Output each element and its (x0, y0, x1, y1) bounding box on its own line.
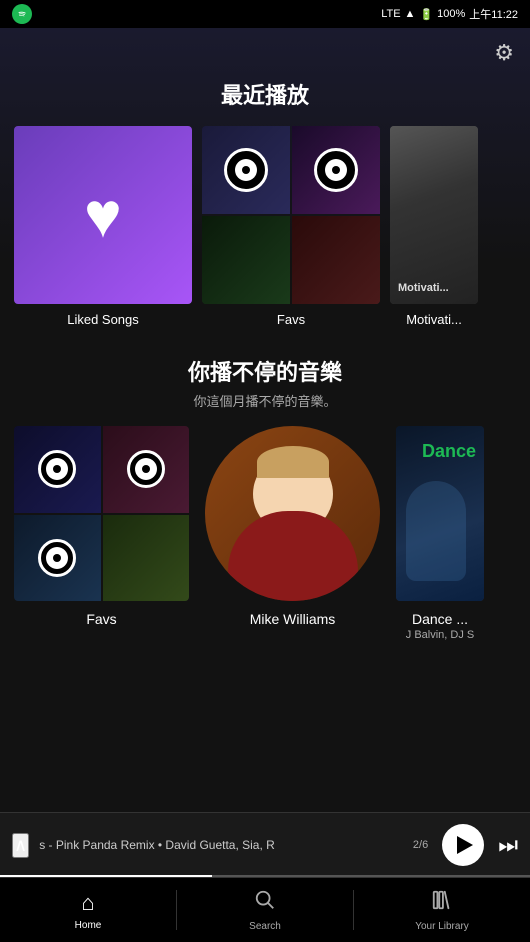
person-body (228, 511, 358, 601)
home-label: Home (75, 920, 102, 931)
heart-icon: ♥ (84, 178, 122, 252)
track-progress: 2/6 (413, 839, 428, 851)
recently-played-grid: ♥ Liked Songs (14, 126, 516, 327)
nav-item-library[interactable]: Your Library (354, 881, 530, 940)
main-content: ⚙ 最近播放 ♥ Liked Songs (0, 28, 530, 812)
status-bar: LTE ▲ 🔋 100% 上午11:22 (0, 0, 530, 28)
ns-collage-cell-1 (14, 426, 101, 513)
ns-favs-label: Favs (86, 611, 116, 627)
battery-level: 100% (437, 8, 465, 20)
home-icon: ⌂ (81, 890, 94, 916)
ns-dance-thumb: Dance (396, 426, 484, 601)
dance-text-overlay: Dance (422, 442, 476, 462)
network-indicator: LTE (381, 8, 400, 20)
ns-person-thumb (205, 426, 380, 601)
collage-cell-1 (202, 126, 290, 214)
time-display: 上午11:22 (469, 6, 518, 22)
nonstop-grid: Favs Mike Williams Dance (14, 426, 516, 641)
play-icon (457, 836, 473, 854)
ns-dance-sublabel: J Balvin, DJ S (406, 629, 474, 641)
ns-collage-cell-2 (103, 426, 190, 513)
nonstop-section: 你播不停的音樂 你這個月播不停的音樂。 Favs (0, 327, 530, 641)
collage-cell-4 (292, 216, 380, 304)
ns-person-label: Mike Williams (250, 611, 336, 627)
motivation-thumb: Motivati... (390, 126, 478, 304)
recently-played-section: 最近播放 ♥ Liked Songs (0, 78, 530, 327)
nav-item-home[interactable]: ⌂ Home (0, 882, 176, 939)
playback-controls: ⏭ (442, 824, 518, 866)
search-label: Search (249, 921, 281, 932)
collage-cell-3 (202, 216, 290, 304)
nav-item-search[interactable]: Search (177, 881, 353, 940)
nonstop-subtitle: 你這個月播不停的音樂。 (14, 391, 516, 410)
list-item[interactable]: Dance Dance ... J Balvin, DJ S (396, 426, 484, 641)
spotify-logo (12, 4, 32, 24)
list-item[interactable]: Mike Williams (205, 426, 380, 641)
nonstop-title: 你播不停的音樂 (14, 355, 516, 387)
liked-songs-thumb: ♥ (14, 126, 192, 304)
favs-thumb (202, 126, 380, 304)
track-info: s - Pink Panda Remix • David Guetta, Sia… (39, 838, 403, 852)
favs-label: Favs (277, 312, 305, 327)
signal-icon: ▲ (405, 8, 416, 20)
settings-button[interactable]: ⚙ (494, 40, 514, 66)
search-icon (254, 889, 276, 917)
ns-favs-thumb (14, 426, 189, 601)
now-playing-bar: ∧ s - Pink Panda Remix • David Guetta, S… (0, 812, 530, 877)
list-item[interactable]: Favs (202, 126, 380, 327)
liked-songs-label: Liked Songs (67, 312, 139, 327)
motivation-label: Motivati... (406, 312, 462, 327)
ns-collage-cell-3 (14, 515, 101, 602)
recently-played-title: 最近播放 (14, 78, 516, 110)
list-item[interactable]: ♥ Liked Songs (14, 126, 192, 327)
library-label: Your Library (415, 921, 469, 932)
collage-cell-2 (292, 126, 380, 214)
list-item[interactable]: Favs (14, 426, 189, 641)
play-pause-button[interactable] (442, 824, 484, 866)
battery-icon: 🔋 (419, 8, 433, 21)
collapse-button[interactable]: ∧ (12, 833, 29, 858)
bottom-navigation: ⌂ Home Search Your Library (0, 877, 530, 942)
track-title: s - Pink Panda Remix • David Guetta, Sia… (39, 838, 275, 852)
list-item[interactable]: Motivati... Motivati... (390, 126, 478, 327)
ns-collage-cell-4 (103, 515, 190, 602)
library-icon (431, 889, 453, 917)
ns-dance-label: Dance ... (412, 611, 468, 627)
skip-next-button[interactable]: ⏭ (498, 832, 518, 858)
